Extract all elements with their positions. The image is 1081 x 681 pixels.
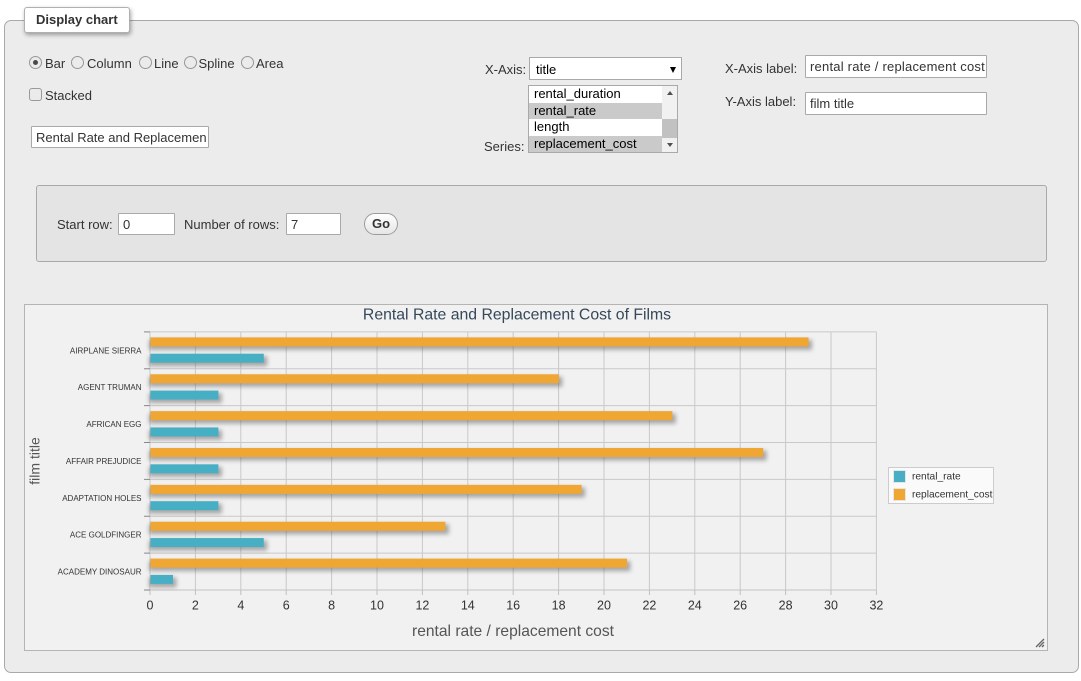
- svg-text:Rental Rate and Replacement Co: Rental Rate and Replacement Cost of Film…: [363, 307, 671, 324]
- svg-text:6: 6: [283, 599, 290, 613]
- svg-text:30: 30: [824, 599, 838, 613]
- svg-text:14: 14: [461, 599, 475, 613]
- svg-text:0: 0: [147, 599, 154, 613]
- svg-text:16: 16: [506, 599, 520, 613]
- svg-text:20: 20: [597, 599, 611, 613]
- svg-text:10: 10: [370, 599, 384, 613]
- svg-text:12: 12: [415, 599, 429, 613]
- svg-text:ACADEMY DINOSAUR: ACADEMY DINOSAUR: [58, 568, 142, 577]
- svg-text:8: 8: [328, 599, 335, 613]
- svg-text:AFRICAN EGG: AFRICAN EGG: [86, 420, 141, 429]
- svg-text:24: 24: [688, 599, 702, 613]
- svg-text:ADAPTATION HOLES: ADAPTATION HOLES: [62, 494, 141, 503]
- svg-text:AIRPLANE SIERRA: AIRPLANE SIERRA: [70, 346, 142, 355]
- svg-text:4: 4: [237, 599, 244, 613]
- svg-text:ACE GOLDFINGER: ACE GOLDFINGER: [70, 531, 142, 540]
- svg-text:film title: film title: [27, 437, 43, 485]
- svg-text:2: 2: [192, 599, 199, 613]
- svg-text:rental_rate: rental_rate: [912, 471, 961, 482]
- svg-text:AFFAIR PREJUDICE: AFFAIR PREJUDICE: [66, 457, 142, 466]
- svg-text:28: 28: [779, 599, 793, 613]
- svg-text:26: 26: [733, 599, 747, 613]
- svg-text:rental rate / replacement cost: rental rate / replacement cost: [412, 623, 615, 640]
- svg-text:22: 22: [642, 599, 656, 613]
- svg-text:replacement_cost: replacement_cost: [912, 489, 993, 500]
- svg-text:32: 32: [869, 599, 883, 613]
- svg-text:AGENT TRUMAN: AGENT TRUMAN: [78, 383, 142, 392]
- svg-text:18: 18: [552, 599, 566, 613]
